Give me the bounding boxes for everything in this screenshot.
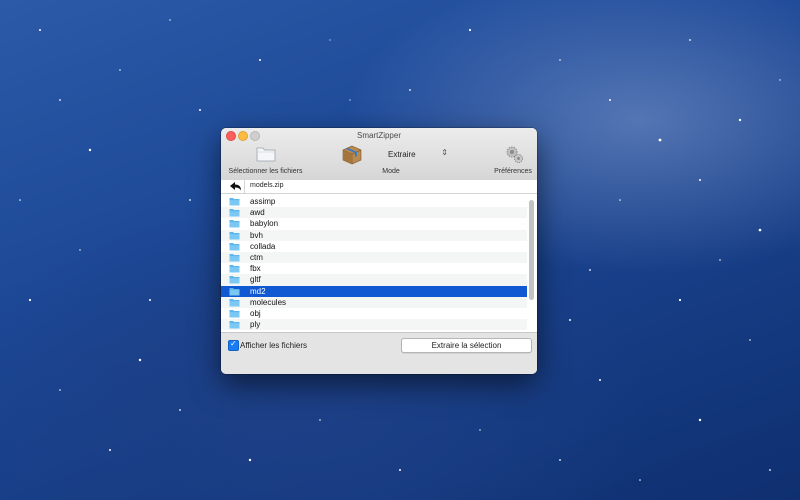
file-name: ctm: [250, 252, 263, 262]
folder-icon: [229, 287, 240, 295]
folder-icon: [229, 220, 240, 228]
file-row[interactable]: assimp: [221, 196, 527, 207]
current-archive: models.zip: [250, 182, 284, 189]
file-row[interactable]: bvh: [221, 229, 527, 241]
smartzipper-window: SmartZipper Sélectionner les fichiers Ex…: [221, 128, 537, 374]
folder-icon: [229, 276, 240, 284]
file-name: gltf: [250, 275, 261, 285]
file-row[interactable]: awd: [221, 207, 527, 219]
file-row[interactable]: md2: [221, 285, 527, 297]
file-row[interactable]: ctm: [221, 251, 527, 264]
toolbar: SmartZipper Sélectionner les fichiers Ex…: [221, 128, 537, 181]
folder-icon[interactable]: [256, 145, 276, 162]
file-name: obj: [250, 308, 261, 318]
file-row[interactable]: fbx: [221, 263, 527, 274]
file-name: awd: [250, 208, 265, 218]
select-files-label[interactable]: Sélectionner les fichiers: [223, 168, 308, 175]
file-row[interactable]: ply: [221, 319, 527, 331]
folder-icon: [229, 298, 240, 307]
file-name: collada: [250, 241, 276, 251]
bottom-bar: ✓ Afficher les fichiers Extraire la séle…: [221, 333, 537, 374]
file-name: molecules: [250, 297, 287, 307]
show-files-label[interactable]: Afficher les fichiers: [240, 341, 307, 350]
path-separator: [244, 180, 245, 193]
file-name: babylon: [250, 219, 279, 229]
file-rows: assimp awd babylon bvh collada ctm fbx gltf md2 m…: [221, 196, 527, 331]
folder-icon: [229, 242, 240, 251]
updown-arrows-icon: ⇕: [441, 148, 448, 157]
file-name: fbx: [250, 264, 261, 274]
folder-icon: [229, 309, 240, 318]
folder-icon: [229, 231, 240, 240]
file-row[interactable]: molecules: [221, 296, 527, 308]
scrollbar-thumb[interactable]: [529, 200, 534, 300]
file-name: bvh: [250, 230, 263, 240]
preferences-label[interactable]: Préférences: [489, 168, 537, 175]
folder-icon: [229, 321, 240, 329]
file-name: ply: [250, 320, 261, 330]
path-bar: models.zip: [221, 180, 537, 194]
folder-icon: [229, 265, 240, 273]
file-name: md2: [250, 286, 266, 296]
folder-icon: [229, 198, 240, 206]
back-arrow-icon[interactable]: [229, 181, 242, 192]
file-row[interactable]: babylon: [221, 218, 527, 229]
window-title: SmartZipper: [356, 131, 401, 140]
package-icon: [342, 145, 362, 165]
gears-icon[interactable]: [503, 143, 525, 165]
file-row[interactable]: gltf: [221, 274, 527, 286]
file-list[interactable]: models.zip assimp awd babylon bvh collada ctm…: [221, 180, 537, 333]
show-files-checkbox[interactable]: ✓: [228, 339, 239, 351]
file-name: assimp: [250, 197, 276, 206]
folder-icon: [229, 253, 240, 262]
mode-value: Extraire: [388, 150, 416, 159]
file-row[interactable]: collada: [221, 241, 527, 252]
mode-label: Mode: [382, 168, 400, 175]
file-row[interactable]: obj: [221, 308, 527, 319]
extract-selection-button[interactable]: Extraire la sélection: [401, 338, 532, 353]
mode-select[interactable]: Extraire ⇕: [381, 148, 453, 162]
folder-icon: [229, 209, 240, 217]
